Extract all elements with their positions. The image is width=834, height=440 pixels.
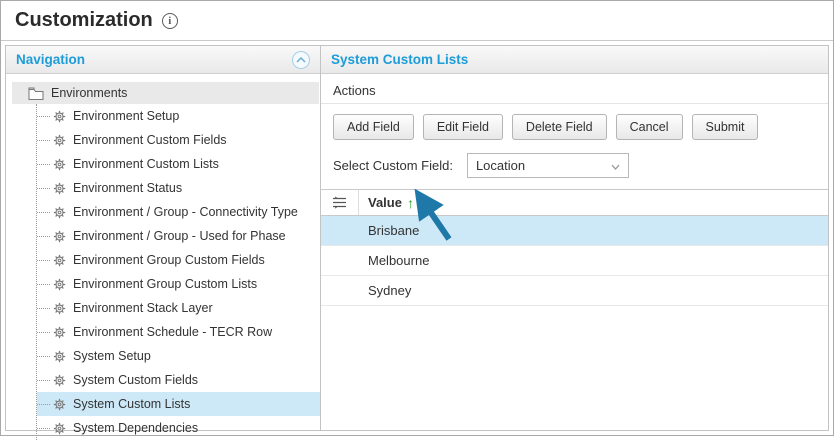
page-title: Customization	[15, 9, 153, 31]
submit-button[interactable]: Submit	[691, 114, 759, 140]
tree-item-label: Environment Stack Layer	[73, 301, 213, 315]
tree-item-environment-custom-lists[interactable]: Environment Custom Lists	[37, 152, 320, 176]
tree-item-system-dependencies[interactable]: System Dependencies	[37, 416, 320, 440]
delete-field-button[interactable]: Delete Field	[511, 114, 607, 140]
gear-icon	[53, 230, 66, 243]
gear-icon	[53, 206, 66, 219]
tree-item-system-custom-lists[interactable]: System Custom Lists	[37, 392, 320, 416]
table-row-sydney[interactable]: Sydney	[321, 276, 828, 306]
navigation-tree: Environments Environment Setup Environme…	[6, 74, 320, 440]
gear-icon	[53, 182, 66, 195]
tree-item-system-custom-fields[interactable]: System Custom Fields	[37, 368, 320, 392]
table-row-melbourne[interactable]: Melbourne	[321, 246, 828, 276]
gear-icon	[53, 374, 66, 387]
gear-icon	[53, 398, 66, 411]
edit-field-button[interactable]: Edit Field	[422, 114, 503, 140]
system-custom-lists-panel: System Custom Lists Actions Add Field Ed…	[321, 45, 829, 431]
tree-item-environment-group-custom-lists[interactable]: Environment Group Custom Lists	[37, 272, 320, 296]
navigation-panel: Navigation Environments Environment Setu…	[5, 45, 321, 440]
tree-item-environment-stack-layer[interactable]: Environment Stack Layer	[37, 296, 320, 320]
customization-page: { "titlebar": { "title": "Customization"…	[0, 0, 834, 440]
tree-item-label: Environment Custom Fields	[73, 133, 227, 147]
tree-item-label: Environment / Group - Connectivity Type	[73, 205, 298, 219]
navigation-panel-header: Navigation	[6, 46, 320, 74]
tree-item-label: Environment Status	[73, 181, 183, 195]
actions-section-label: Actions	[321, 74, 828, 104]
tree-item-label: System Dependencies	[73, 421, 199, 435]
gear-icon	[53, 422, 66, 435]
tree-item-environment-group-connectivity-type[interactable]: Environment / Group - Connectivity Type	[37, 200, 320, 224]
info-icon[interactable]: i	[161, 12, 178, 29]
navigation-header-label: Navigation	[16, 52, 86, 67]
tree-item-label: Environment Group Custom Lists	[73, 277, 258, 291]
gear-icon	[53, 326, 66, 339]
tree-item-label: Environment Setup	[73, 109, 180, 123]
value-column-header[interactable]: Value ↑	[359, 195, 414, 211]
folder-icon	[28, 87, 44, 100]
titlebar: Customization i	[1, 1, 833, 41]
tree-item-system-setup[interactable]: System Setup	[37, 344, 320, 368]
add-field-button[interactable]: Add Field	[333, 114, 414, 140]
select-custom-field-label: Select Custom Field:	[333, 158, 453, 173]
select-custom-field-row: Select Custom Field: Location	[321, 146, 828, 189]
tree-item-label: Environment Group Custom Fields	[73, 253, 265, 267]
tree-item-environment-schedule-tecr-row[interactable]: Environment Schedule - TECR Row	[37, 320, 320, 344]
custom-field-select[interactable]: Location	[466, 153, 629, 178]
gear-icon	[53, 110, 66, 123]
row-value: Sydney	[368, 283, 412, 298]
gear-icon	[53, 254, 66, 267]
values-table: Value ↑ Brisbane Melbourne Sydney	[321, 189, 828, 306]
gear-icon	[53, 302, 66, 315]
gear-icon	[53, 158, 66, 171]
sort-ascending-icon: ↑	[406, 194, 414, 211]
custom-field-selected-value: Location	[475, 158, 526, 173]
row-value: Melbourne	[368, 253, 430, 268]
tree-item-label: System Custom Lists	[73, 397, 191, 411]
panel-header-label: System Custom Lists	[331, 52, 469, 67]
tree-item-environment-custom-fields[interactable]: Environment Custom Fields	[37, 128, 320, 152]
tree-item-label: System Custom Fields	[73, 373, 199, 387]
value-column-label: Value	[368, 195, 402, 210]
tree-item-label: Environment / Group - Used for Phase	[73, 229, 286, 243]
system-custom-lists-header: System Custom Lists	[321, 46, 828, 74]
actions-toolbar: Add Field Edit Field Delete Field Cancel…	[321, 104, 828, 146]
tree-root-label: Environments	[51, 86, 128, 100]
gear-icon	[53, 134, 66, 147]
tree-item-environment-status[interactable]: Environment Status	[37, 176, 320, 200]
tree-item-environment-group-used-for-phase[interactable]: Environment / Group - Used for Phase	[37, 224, 320, 248]
main-content: Navigation Environments Environment Setu…	[5, 45, 829, 440]
tree-node-environments[interactable]: Environments	[12, 82, 319, 104]
collapse-panel-icon[interactable]	[292, 50, 310, 69]
tree-item-label: Environment Custom Lists	[73, 157, 219, 171]
tree-item-label: System Setup	[73, 349, 151, 363]
row-sort-icon[interactable]	[321, 190, 359, 215]
chevron-down-icon	[611, 158, 620, 173]
gear-icon	[53, 350, 66, 363]
tree-children: Environment Setup Environment Custom Fie…	[36, 104, 320, 440]
gear-icon	[53, 278, 66, 291]
table-row-brisbane[interactable]: Brisbane	[321, 216, 828, 246]
tree-item-environment-group-custom-fields[interactable]: Environment Group Custom Fields	[37, 248, 320, 272]
row-value: Brisbane	[368, 223, 420, 238]
cancel-button[interactable]: Cancel	[615, 114, 683, 140]
tree-item-environment-setup[interactable]: Environment Setup	[37, 104, 320, 128]
tree-item-label: Environment Schedule - TECR Row	[73, 325, 273, 339]
values-table-header: Value ↑	[321, 190, 828, 216]
